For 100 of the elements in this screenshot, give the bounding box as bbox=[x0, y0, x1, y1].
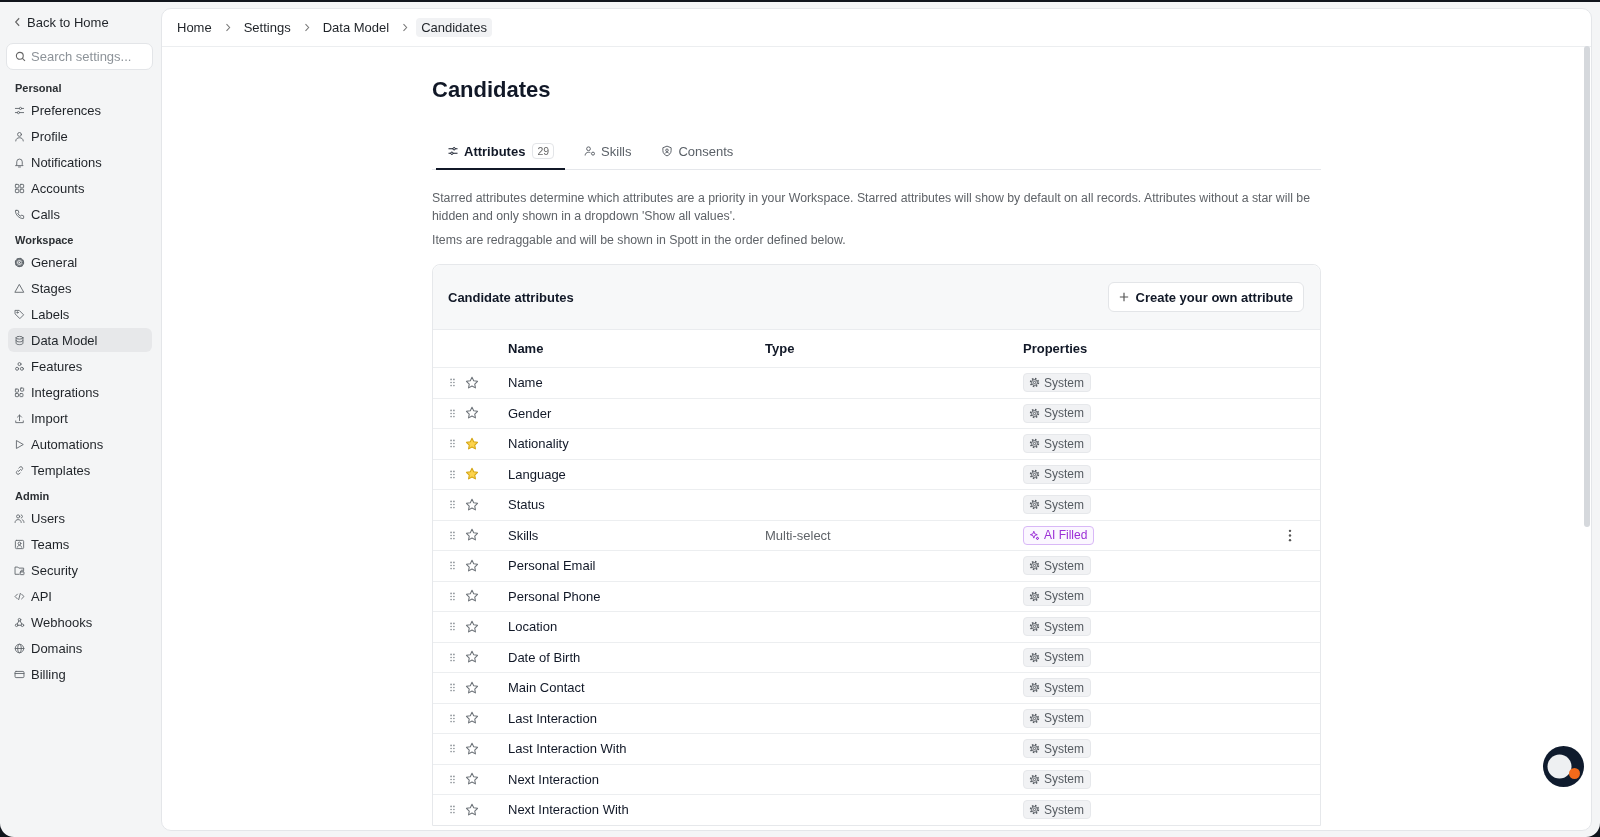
chat-launcher-icon[interactable] bbox=[1543, 746, 1584, 787]
sparkle-icon bbox=[1029, 529, 1040, 541]
property-badge: System bbox=[1023, 647, 1091, 667]
person-circle-icon bbox=[584, 145, 597, 157]
triangle-icon bbox=[14, 282, 25, 294]
property-badge: System bbox=[1023, 403, 1091, 423]
scrollbar-thumb[interactable] bbox=[1584, 46, 1590, 527]
person-icon bbox=[14, 130, 25, 142]
bell-icon bbox=[14, 156, 25, 168]
star-icon[interactable] bbox=[465, 436, 479, 451]
search-icon bbox=[15, 51, 26, 62]
sidebar-item[interactable]: Webhooks bbox=[8, 610, 152, 634]
tab[interactable]: Consents bbox=[650, 134, 745, 170]
drag-handle-icon[interactable] bbox=[450, 500, 455, 510]
webhook-icon bbox=[14, 616, 25, 628]
drag-handle-icon[interactable] bbox=[450, 378, 455, 388]
credit-card-icon bbox=[14, 668, 25, 680]
star-icon[interactable] bbox=[465, 406, 479, 421]
tab[interactable]: Attributes 29 bbox=[436, 134, 566, 170]
back-link[interactable]: Back to Home bbox=[6, 10, 113, 34]
sidebar-item[interactable]: Profile bbox=[8, 124, 152, 148]
drag-handle-icon[interactable] bbox=[450, 774, 455, 784]
count-badge: 29 bbox=[532, 143, 555, 159]
drag-handle-icon[interactable] bbox=[450, 591, 455, 601]
drag-handle-icon[interactable] bbox=[450, 713, 455, 723]
drag-handle-icon[interactable] bbox=[450, 805, 455, 815]
property-badge: System bbox=[1023, 464, 1091, 484]
more-menu-icon[interactable] bbox=[1288, 528, 1292, 542]
search-field[interactable]: Search settings... bbox=[6, 43, 153, 70]
sidebar-item[interactable]: Users bbox=[8, 506, 152, 530]
sidebar-item[interactable]: Security bbox=[8, 558, 152, 582]
sidebar-item[interactable]: Stages bbox=[8, 276, 152, 300]
star-icon[interactable] bbox=[465, 558, 479, 573]
link-icon bbox=[14, 464, 25, 476]
attribute-name: Next Interaction With bbox=[508, 802, 629, 818]
attribute-name: Last Interaction bbox=[508, 710, 597, 726]
chevron-right-icon bbox=[224, 23, 231, 32]
drag-handle-icon[interactable] bbox=[450, 622, 455, 632]
star-icon[interactable] bbox=[465, 772, 479, 787]
sidebar-item[interactable]: General bbox=[8, 250, 152, 274]
sidebar-item[interactable]: Teams bbox=[8, 532, 152, 556]
star-icon[interactable] bbox=[465, 741, 479, 756]
gear-icon bbox=[1029, 377, 1040, 389]
attribute-name: Status bbox=[508, 497, 545, 513]
database-icon bbox=[14, 334, 25, 346]
column-header: Name bbox=[508, 341, 544, 356]
drag-handle-icon[interactable] bbox=[450, 561, 455, 571]
section-heading: Workspace bbox=[14, 233, 75, 248]
sidebar-item[interactable]: Calls bbox=[8, 202, 152, 226]
drag-handle-icon[interactable] bbox=[450, 439, 455, 449]
breadcrumb-link[interactable]: Data Model bbox=[317, 18, 395, 37]
sidebar-item[interactable]: Domains bbox=[8, 636, 152, 660]
star-icon[interactable] bbox=[465, 711, 479, 726]
attribute-type: Multi-select bbox=[765, 528, 831, 544]
page-title: Candidates bbox=[432, 76, 551, 104]
sidebar-item[interactable]: Notifications bbox=[8, 150, 152, 174]
property-badge: System bbox=[1023, 617, 1091, 637]
drag-handle-icon[interactable] bbox=[450, 469, 455, 479]
drag-handle-icon[interactable] bbox=[450, 652, 455, 662]
sidebar-item[interactable]: Accounts bbox=[8, 176, 152, 200]
drag-handle-icon[interactable] bbox=[450, 744, 455, 754]
sidebar-item[interactable]: Templates bbox=[8, 458, 152, 482]
breadcrumb-link[interactable]: Home bbox=[172, 18, 217, 37]
property-badge: System bbox=[1023, 800, 1091, 820]
tab[interactable]: Skills bbox=[573, 134, 643, 170]
gear-icon bbox=[1029, 773, 1040, 785]
star-icon[interactable] bbox=[465, 528, 479, 543]
sidebar-item[interactable]: Features bbox=[8, 354, 152, 378]
star-icon[interactable] bbox=[465, 650, 479, 665]
star-icon[interactable] bbox=[465, 467, 479, 482]
star-icon[interactable] bbox=[465, 619, 479, 634]
drag-handle-icon[interactable] bbox=[450, 408, 455, 418]
sidebar-item[interactable]: API bbox=[8, 584, 152, 608]
star-icon[interactable] bbox=[465, 589, 479, 604]
sidebar-item[interactable]: Preferences bbox=[8, 98, 152, 122]
gear-icon bbox=[1029, 712, 1040, 724]
sidebar-item[interactable]: Import bbox=[8, 406, 152, 430]
sidebar-item[interactable]: Automations bbox=[8, 432, 152, 456]
chevron-right-icon bbox=[303, 23, 310, 32]
property-badge: System bbox=[1023, 586, 1091, 606]
id-card-icon bbox=[14, 538, 25, 550]
folder-lock-icon bbox=[14, 564, 25, 576]
breadcrumb-link[interactable]: Settings bbox=[238, 18, 296, 37]
create-attribute-button[interactable]: Create your own attribute bbox=[1107, 282, 1304, 312]
star-icon[interactable] bbox=[465, 375, 479, 390]
property-badge: System bbox=[1023, 373, 1091, 393]
attribute-name: Next Interaction bbox=[508, 771, 600, 787]
sidebar-item[interactable]: Data Model bbox=[8, 328, 152, 352]
drag-handle-icon[interactable] bbox=[450, 530, 455, 540]
sidebar-item[interactable]: Labels bbox=[8, 302, 152, 326]
sidebar-item[interactable]: Billing bbox=[8, 662, 152, 686]
star-icon[interactable] bbox=[465, 802, 479, 817]
tag-icon bbox=[14, 308, 25, 320]
breadcrumb-link[interactable]: Candidates bbox=[416, 18, 492, 37]
gear-icon bbox=[1029, 560, 1040, 572]
sidebar-item[interactable]: Integrations bbox=[8, 380, 152, 404]
star-icon[interactable] bbox=[465, 497, 479, 512]
star-icon[interactable] bbox=[465, 680, 479, 695]
property-badge: System bbox=[1023, 769, 1091, 789]
drag-handle-icon[interactable] bbox=[450, 683, 455, 693]
